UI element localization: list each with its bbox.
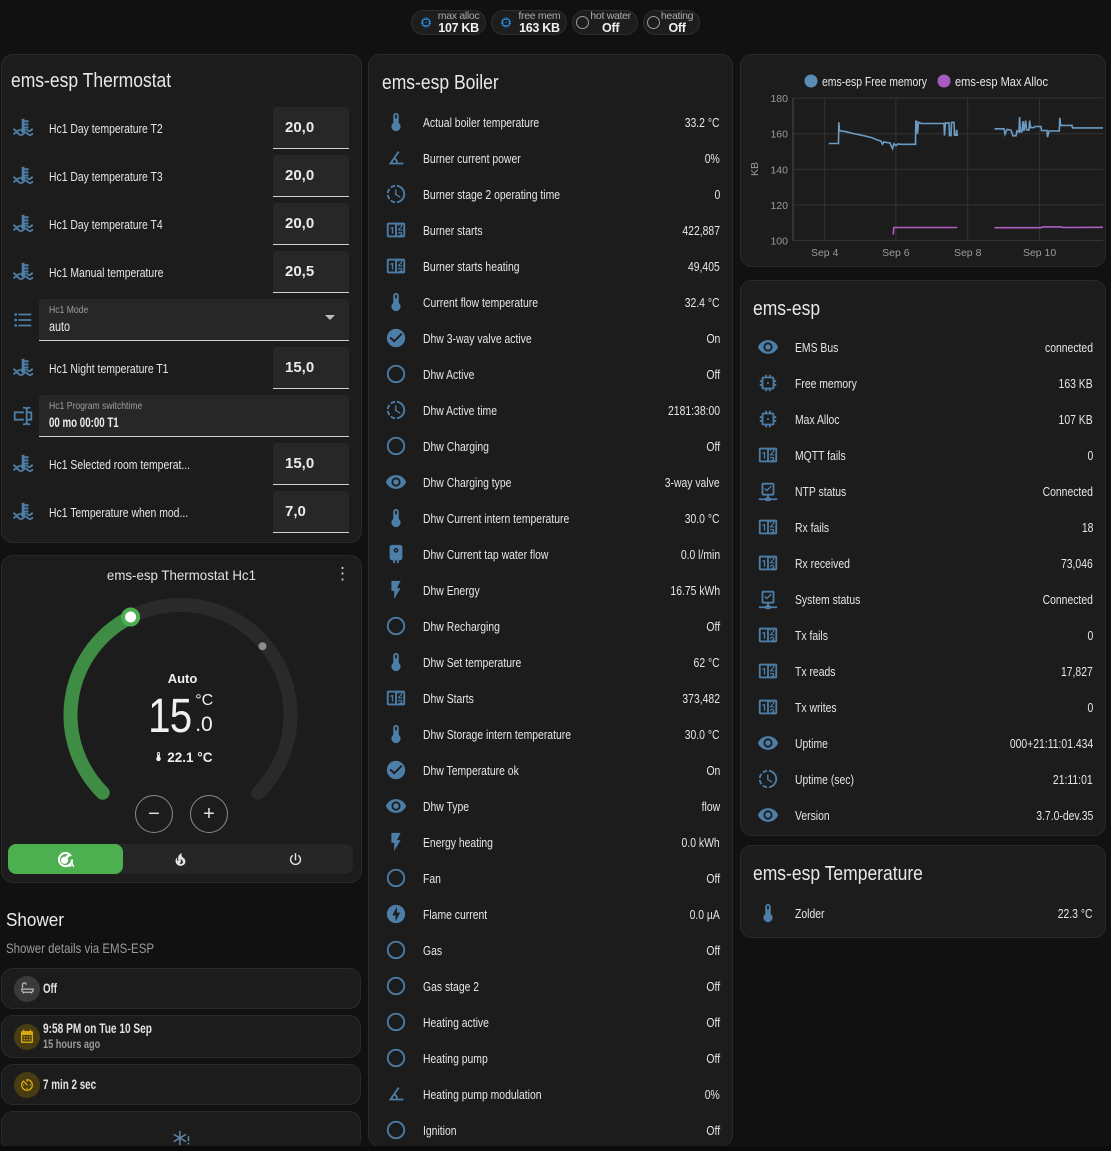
svg-text:160: 160 <box>770 129 788 141</box>
svg-text:120: 120 <box>770 200 788 212</box>
svg-text:Sep 4: Sep 4 <box>811 247 839 259</box>
svg-text:KB: KB <box>749 162 761 176</box>
svg-text:100: 100 <box>770 236 788 248</box>
svg-text:Sep 8: Sep 8 <box>954 247 982 259</box>
svg-text:180: 180 <box>770 93 788 105</box>
svg-text:ems-esp Free memory: ems-esp Free memory <box>822 74 927 89</box>
svg-text:140: 140 <box>770 164 788 176</box>
svg-text:ems-esp Max Alloc: ems-esp Max Alloc <box>955 74 1048 89</box>
svg-text:Sep 10: Sep 10 <box>1023 247 1056 259</box>
svg-text:Sep 6: Sep 6 <box>882 247 910 259</box>
